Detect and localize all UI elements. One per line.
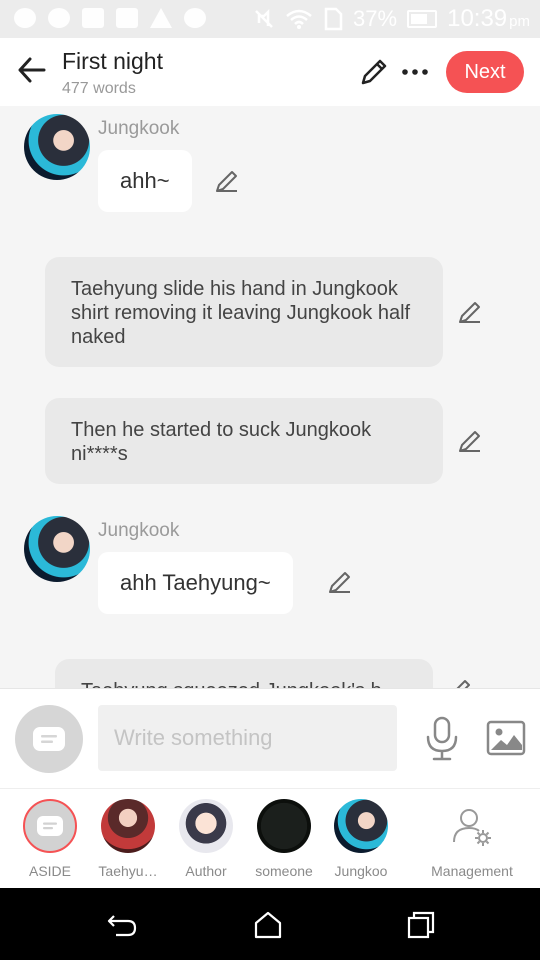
warning-icon bbox=[150, 8, 172, 28]
edit-message-icon[interactable] bbox=[456, 427, 484, 455]
aside-toggle-button[interactable] bbox=[15, 705, 83, 773]
taehyung-avatar bbox=[101, 799, 155, 853]
more-options-icon[interactable] bbox=[398, 56, 432, 88]
cloud-icon bbox=[184, 8, 206, 28]
word-count: 477 words bbox=[62, 80, 136, 97]
character-author[interactable]: Author bbox=[166, 799, 246, 879]
character-label: Author bbox=[185, 863, 227, 879]
microphone-icon[interactable] bbox=[424, 715, 460, 761]
battery-percentage: 37% bbox=[353, 6, 398, 31]
jungkook-avatar[interactable] bbox=[24, 114, 90, 180]
nav-recents-icon[interactable] bbox=[405, 910, 437, 940]
image-upload-icon[interactable] bbox=[486, 719, 526, 757]
character-bar: ASIDE Taehyu… Author someone Jungkoo Man… bbox=[0, 788, 540, 888]
clock-ampm: pm bbox=[509, 13, 530, 30]
status-bar: 37% 10:39 pm bbox=[0, 0, 540, 38]
next-button[interactable]: Next bbox=[446, 51, 524, 93]
character-label: ASIDE bbox=[28, 863, 71, 879]
sim-icon bbox=[324, 7, 343, 31]
character-label: someone bbox=[255, 863, 313, 879]
edit-message-icon[interactable] bbox=[446, 676, 474, 688]
story-chat[interactable]: Jungkook ahh~ Taehyung slide his hand in… bbox=[0, 106, 540, 688]
character-someone[interactable]: someone bbox=[244, 799, 324, 879]
back-arrow-icon[interactable] bbox=[14, 52, 50, 88]
story-title: First night bbox=[62, 48, 163, 74]
aside-icon bbox=[33, 727, 65, 751]
speaker-name: Jungkook bbox=[98, 118, 180, 139]
edit-message-icon[interactable] bbox=[213, 167, 241, 195]
whatsapp-icon bbox=[48, 8, 70, 28]
message-input[interactable] bbox=[98, 705, 397, 771]
dialogue-bubble[interactable]: ahh Taehyung~ bbox=[98, 552, 293, 614]
dialogue-bubble[interactable]: ahh~ bbox=[98, 150, 192, 212]
edit-message-icon[interactable] bbox=[456, 298, 484, 326]
narration-bubble[interactable]: Taehyung slide his hand in Jungkook shir… bbox=[45, 257, 443, 367]
someone-avatar bbox=[257, 799, 311, 853]
keyboard-icon bbox=[82, 8, 104, 28]
mute-icon bbox=[255, 8, 273, 28]
aside-avatar bbox=[23, 799, 77, 853]
battery-icon bbox=[407, 10, 438, 28]
nav-home-icon[interactable] bbox=[252, 910, 284, 940]
clock: 10:39 pm bbox=[447, 5, 530, 33]
jungkook-avatar[interactable] bbox=[24, 516, 90, 582]
notification-icons bbox=[14, 8, 206, 28]
character-management[interactable]: Management bbox=[424, 799, 520, 879]
character-jungkook[interactable]: Jungkoo bbox=[321, 799, 401, 879]
compose-bar bbox=[0, 688, 540, 788]
character-label: Management bbox=[431, 863, 513, 879]
narration-bubble[interactable]: Then he started to suck Jungkook ni****s bbox=[45, 398, 443, 484]
speaker-name: Jungkook bbox=[98, 520, 180, 541]
calendar-icon bbox=[116, 8, 138, 28]
add-icon bbox=[14, 8, 36, 28]
author-avatar bbox=[179, 799, 233, 853]
character-taehyung[interactable]: Taehyu… bbox=[88, 799, 168, 879]
clock-time: 10:39 bbox=[447, 5, 508, 32]
management-icon bbox=[445, 799, 499, 853]
narration-bubble[interactable]: Taehyung squeezed Jungkook's b... bbox=[55, 659, 433, 688]
character-label: Taehyu… bbox=[98, 863, 158, 879]
character-aside[interactable]: ASIDE bbox=[10, 799, 90, 879]
system-icons: 37% 10:39 pm bbox=[253, 5, 530, 33]
edit-pencil-icon[interactable] bbox=[358, 56, 390, 88]
character-label: Jungkoo bbox=[334, 863, 388, 879]
editor-header: First night 477 words Next bbox=[0, 38, 540, 106]
edit-message-icon[interactable] bbox=[326, 568, 354, 596]
wifi-icon bbox=[286, 9, 312, 29]
aside-icon bbox=[37, 816, 63, 836]
nav-back-icon[interactable] bbox=[106, 910, 138, 940]
jungkook-avatar bbox=[334, 799, 388, 853]
system-navigation-bar bbox=[0, 888, 540, 960]
